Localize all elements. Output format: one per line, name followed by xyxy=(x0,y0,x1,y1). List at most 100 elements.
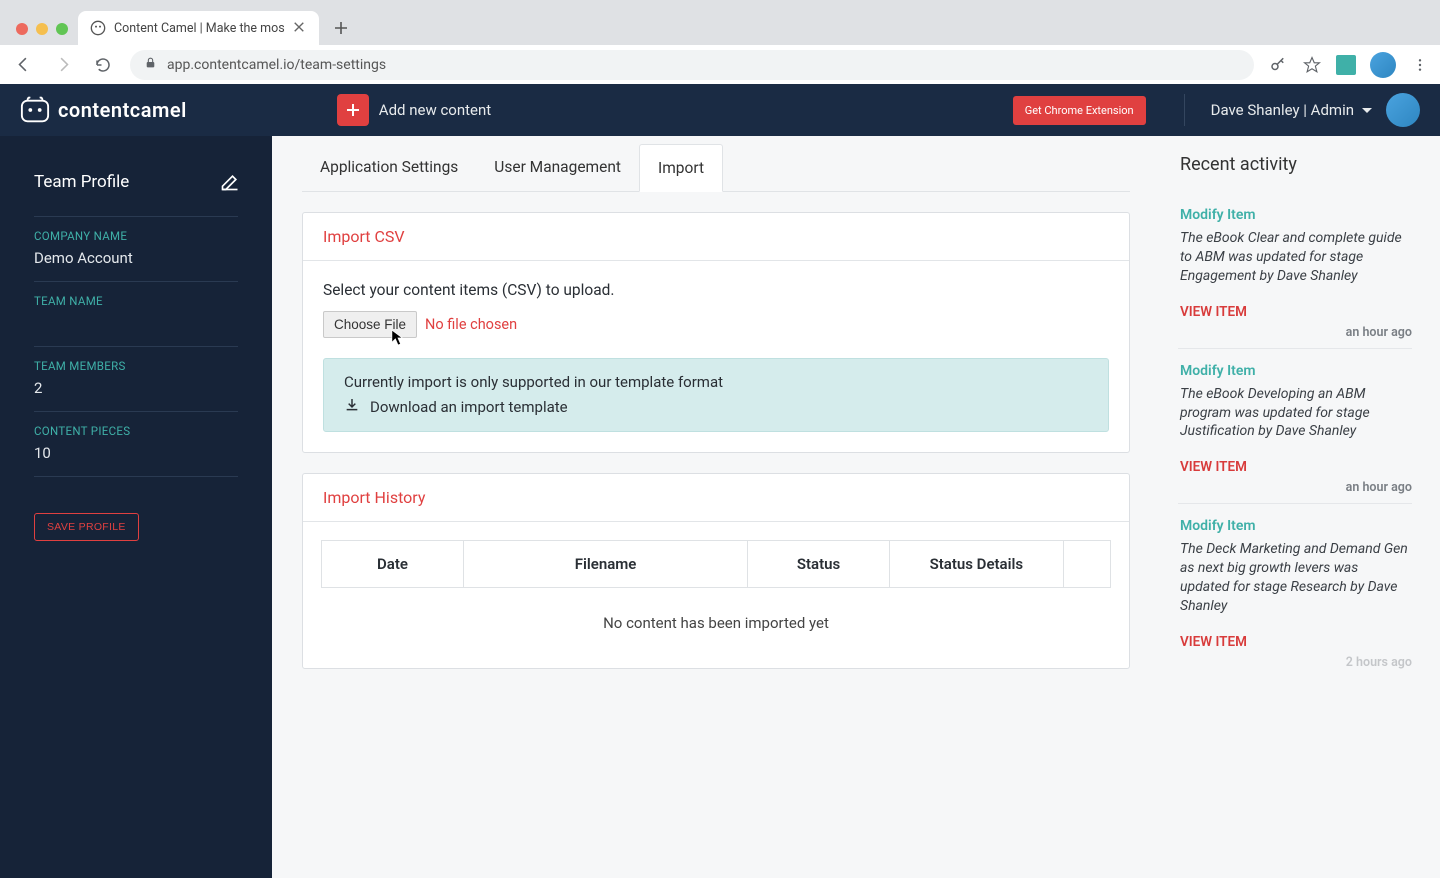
activity-body: The eBook Developing an ABM program was … xyxy=(1180,385,1410,442)
forward-button[interactable] xyxy=(50,52,76,78)
profile-item-team: TEAM NAME xyxy=(34,282,238,347)
activity-type: Modify Item xyxy=(1180,518,1410,534)
kebab-menu-icon[interactable] xyxy=(1410,55,1430,75)
address-bar: app.contentcamel.io/team-settings xyxy=(0,45,1440,84)
profile-value xyxy=(34,314,238,332)
close-window-button[interactable] xyxy=(16,23,28,35)
logo[interactable]: contentcamel xyxy=(20,95,187,125)
activity-title: Recent activity xyxy=(1180,154,1412,175)
sidebar-header: Team Profile xyxy=(0,154,272,210)
favicon-icon xyxy=(90,20,106,36)
download-icon xyxy=(344,397,360,417)
star-icon[interactable] xyxy=(1302,55,1322,75)
instruction-text: Select your content items (CSV) to uploa… xyxy=(323,281,1109,299)
col-filename: Filename xyxy=(464,541,748,588)
tab-user-management[interactable]: User Management xyxy=(476,144,639,191)
profile-label: CONTENT PIECES xyxy=(34,424,238,438)
extension-icon[interactable] xyxy=(1336,55,1356,75)
info-text: Currently import is only supported in ou… xyxy=(344,373,1088,391)
browser-right-icons xyxy=(1268,52,1430,78)
activity-time: an hour ago xyxy=(1346,325,1412,340)
tab-strip: Content Camel | Make the mos xyxy=(0,0,1440,45)
activity-list: Modify Item The eBook Clear and complete… xyxy=(1178,193,1412,678)
browser-chrome: Content Camel | Make the mos app.content… xyxy=(0,0,1440,84)
tab-import[interactable]: Import xyxy=(639,144,723,192)
maximize-window-button[interactable] xyxy=(56,23,68,35)
divider xyxy=(1184,94,1185,126)
save-profile-button[interactable]: SAVE PROFILE xyxy=(34,513,139,541)
table-header-row: Date Filename Status Status Details xyxy=(322,541,1111,588)
activity-item: Modify Item The Deck Marketing and Deman… xyxy=(1178,504,1412,678)
back-button[interactable] xyxy=(10,52,36,78)
card-body: Date Filename Status Status Details No c… xyxy=(303,522,1129,668)
view-item-link[interactable]: VIEW ITEM xyxy=(1180,459,1247,475)
col-status: Status xyxy=(748,541,890,588)
logo-text: contentcamel xyxy=(58,98,187,122)
tab-application-settings[interactable]: Application Settings xyxy=(302,144,476,191)
chrome-extension-button[interactable]: Get Chrome Extension xyxy=(1013,96,1146,125)
col-status-details: Status Details xyxy=(890,541,1064,588)
file-input-row: Choose File No file chosen xyxy=(323,311,1109,338)
url-field[interactable]: app.contentcamel.io/team-settings xyxy=(130,50,1254,80)
card-title: Import History xyxy=(303,474,1129,522)
sidebar: Team Profile COMPANY NAME Demo Account T… xyxy=(0,136,272,878)
activity-type: Modify Item xyxy=(1180,363,1410,379)
card-body: Select your content items (CSV) to uploa… xyxy=(303,261,1129,452)
profile-label: TEAM NAME xyxy=(34,294,238,308)
profile-item-content: CONTENT PIECES 10 xyxy=(34,412,238,477)
view-item-link[interactable]: VIEW ITEM xyxy=(1180,304,1247,320)
download-label: Download an import template xyxy=(370,398,568,416)
app-body: Team Profile COMPANY NAME Demo Account T… xyxy=(0,136,1440,878)
choose-file-button[interactable]: Choose File xyxy=(323,311,417,338)
minimize-window-button[interactable] xyxy=(36,23,48,35)
empty-state-text: No content has been imported yet xyxy=(321,588,1111,650)
activity-body: The Deck Marketing and Demand Gen as nex… xyxy=(1180,540,1410,616)
lock-icon xyxy=(144,56,157,73)
window-controls xyxy=(10,23,78,45)
profile-list: COMPANY NAME Demo Account TEAM NAME TEAM… xyxy=(34,216,238,477)
import-csv-card: Import CSV Select your content items (CS… xyxy=(302,212,1130,453)
activity-panel: Recent activity Modify Item The eBook Cl… xyxy=(1160,136,1440,878)
sidebar-title: Team Profile xyxy=(34,172,129,192)
main-content: Application Settings User Management Imp… xyxy=(272,136,1160,878)
profile-value: 2 xyxy=(34,379,238,397)
main: Application Settings User Management Imp… xyxy=(272,136,1440,878)
info-box: Currently import is only supported in ou… xyxy=(323,358,1109,432)
no-file-text: No file chosen xyxy=(425,316,517,333)
browser-tab[interactable]: Content Camel | Make the mos xyxy=(78,11,319,45)
activity-type: Modify Item xyxy=(1180,207,1410,223)
activity-body: The eBook Clear and complete guide to AB… xyxy=(1180,229,1410,286)
user-avatar xyxy=(1386,93,1420,127)
profile-item-company: COMPANY NAME Demo Account xyxy=(34,217,238,282)
tab-title: Content Camel | Make the mos xyxy=(114,21,285,36)
view-item-link[interactable]: VIEW ITEM xyxy=(1180,634,1247,650)
card-title: Import CSV xyxy=(303,213,1129,261)
user-label: Dave Shanley | Admin xyxy=(1211,101,1354,119)
new-tab-button[interactable] xyxy=(327,14,355,42)
caret-down-icon xyxy=(1362,108,1372,113)
activity-time: 2 hours ago xyxy=(1346,655,1412,670)
col-date: Date xyxy=(322,541,464,588)
tab-close-icon[interactable] xyxy=(293,21,307,35)
key-icon[interactable] xyxy=(1268,55,1288,75)
import-history-card: Import History Date Filename Status Stat… xyxy=(302,473,1130,669)
user-menu[interactable]: Dave Shanley | Admin xyxy=(1211,93,1420,127)
add-content-button[interactable] xyxy=(337,94,369,126)
edit-profile-button[interactable] xyxy=(216,168,244,196)
profile-label: COMPANY NAME xyxy=(34,229,238,243)
tabs: Application Settings User Management Imp… xyxy=(302,144,1130,192)
add-content: Add new content xyxy=(337,94,491,126)
profile-label: TEAM MEMBERS xyxy=(34,359,238,373)
url-text: app.contentcamel.io/team-settings xyxy=(167,57,386,73)
profile-value: Demo Account xyxy=(34,249,238,267)
app-header: contentcamel Add new content Get Chrome … xyxy=(0,84,1440,136)
import-history-table: Date Filename Status Status Details xyxy=(321,540,1111,588)
reload-button[interactable] xyxy=(90,52,116,78)
activity-item: Modify Item The eBook Clear and complete… xyxy=(1178,193,1412,349)
browser-avatar[interactable] xyxy=(1370,52,1396,78)
add-content-label[interactable]: Add new content xyxy=(379,101,491,119)
profile-item-members: TEAM MEMBERS 2 xyxy=(34,347,238,412)
activity-time: an hour ago xyxy=(1346,480,1412,495)
col-blank xyxy=(1063,541,1110,588)
download-template-link[interactable]: Download an import template xyxy=(344,397,1088,417)
